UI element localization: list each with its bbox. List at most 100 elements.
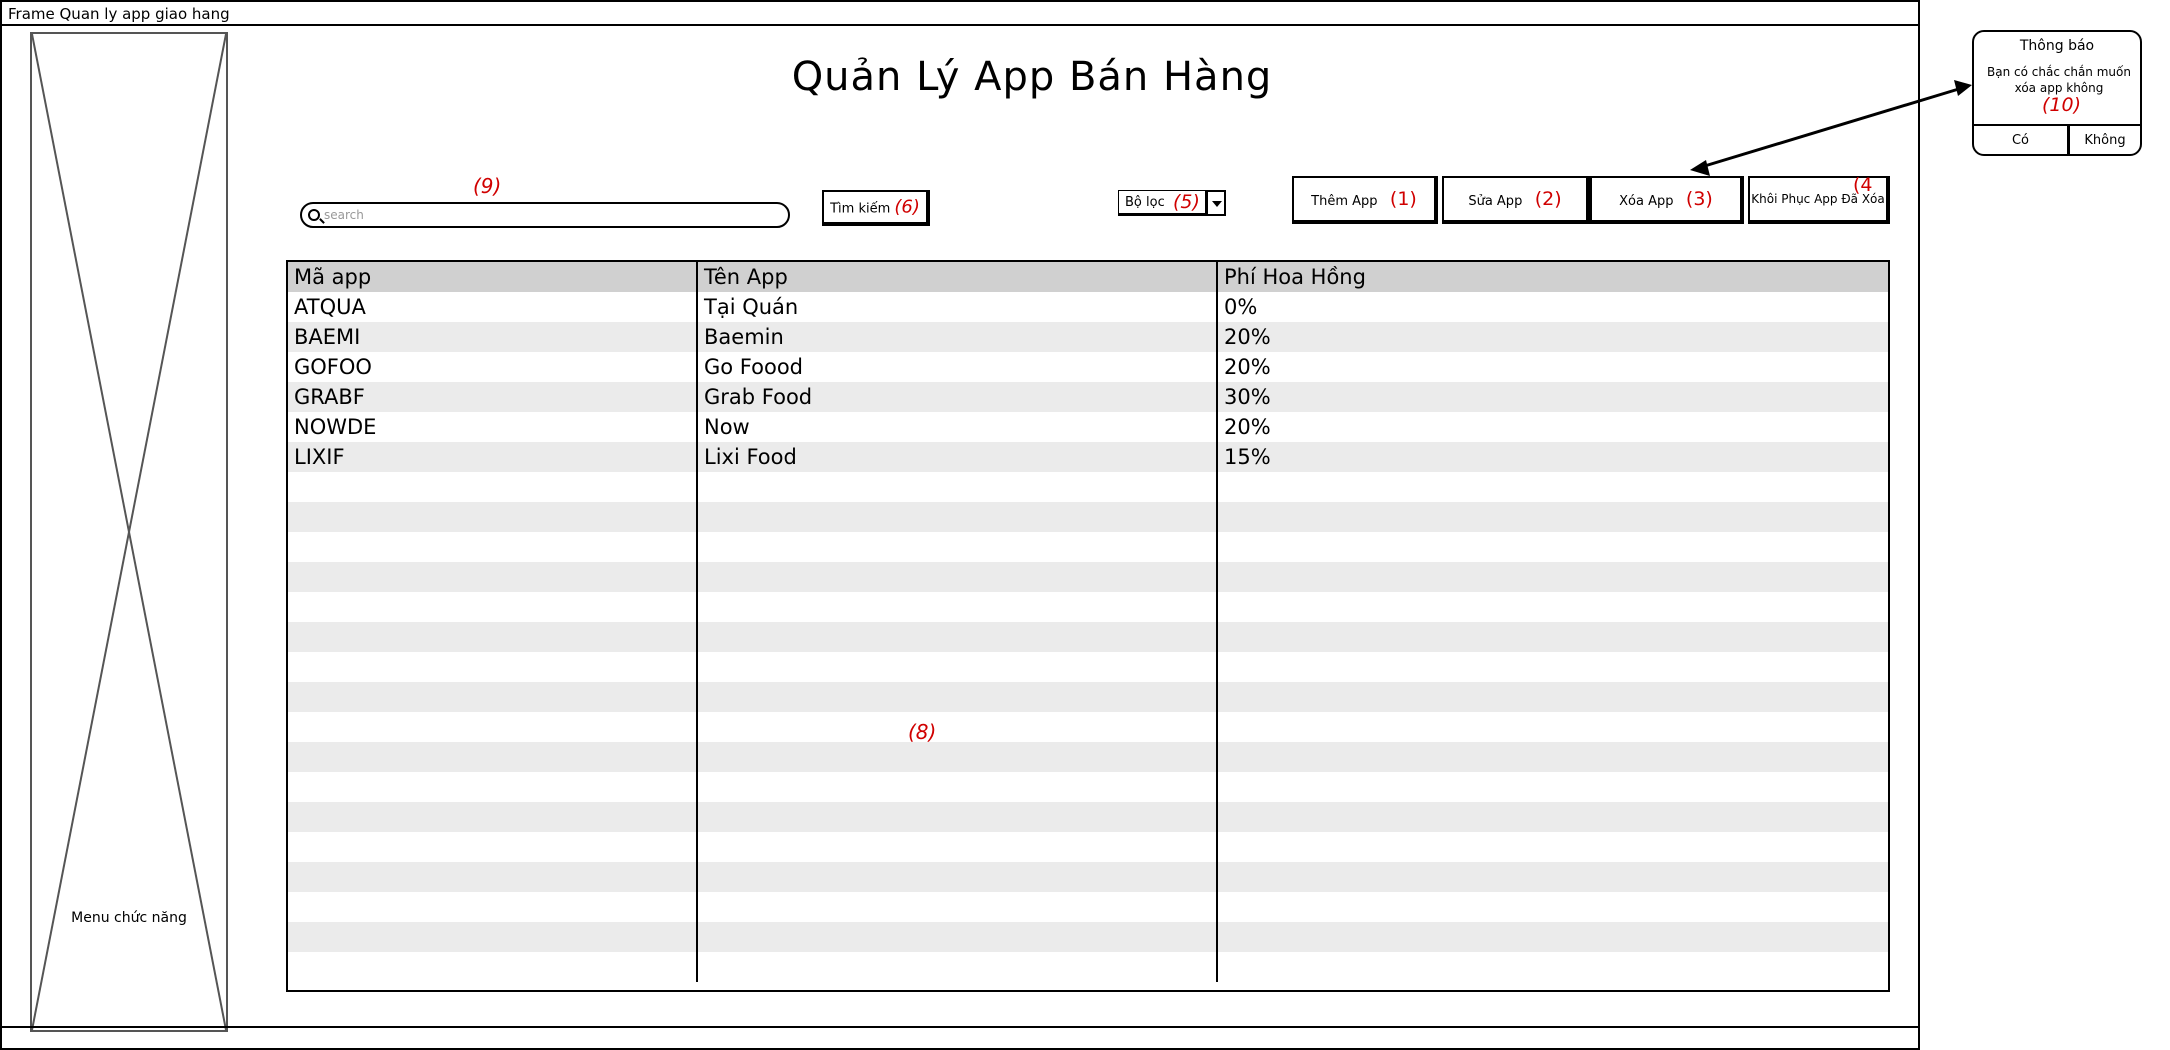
app-table[interactable]: Mã app Tên App Phí Hoa Hồng ATQUA Tại Quá… [286, 260, 1890, 992]
cell-app-code [288, 592, 698, 622]
delete-app-button[interactable]: Xóa App (3) [1590, 176, 1744, 224]
dialog-yes-button[interactable]: Có [1974, 126, 2070, 156]
cell-app-code [288, 622, 698, 652]
cell-app-name [697, 892, 1218, 922]
edit-app-button[interactable]: Sửa App (2) [1442, 176, 1590, 224]
table-body: ATQUA Tại Quán 0% BAEMI Baemin 20% GOFOO Go Foo… [288, 292, 1888, 982]
add-app-label: Thêm App [1311, 194, 1378, 209]
cell-app-name [697, 622, 1218, 652]
cell-app-code [288, 922, 698, 952]
column-header-app-name[interactable]: Tên App [697, 262, 1218, 292]
cell-app-name [697, 802, 1218, 832]
table-row[interactable]: GOFOO Go Foood 20% [288, 352, 1888, 382]
cell-app-name [697, 592, 1218, 622]
search-box[interactable] [300, 202, 790, 228]
page-title: Quản Lý App Bán Hàng [791, 54, 1273, 100]
cell-app-code [288, 712, 698, 742]
table-row[interactable] [288, 622, 1888, 652]
add-app-button[interactable]: Thêm App (1) [1292, 176, 1438, 224]
image-placeholder-cross [32, 34, 226, 1030]
cell-commission [1217, 862, 1888, 892]
cell-app-code: GRABF [288, 382, 698, 412]
cell-app-code: GOFOO [288, 352, 698, 382]
frame-title: Frame Quan ly app giao hang [8, 5, 230, 23]
dialog-no-button[interactable]: Không [2070, 126, 2140, 156]
table-row[interactable] [288, 862, 1888, 892]
table-row[interactable] [288, 892, 1888, 922]
cell-commission [1217, 472, 1888, 502]
table-row[interactable] [288, 742, 1888, 772]
cell-app-code: NOWDE [288, 412, 698, 442]
cell-app-name [697, 682, 1218, 712]
table-row[interactable] [288, 472, 1888, 502]
table-row[interactable] [288, 592, 1888, 622]
restore-app-note: (4 [1853, 174, 1873, 196]
search-icon [308, 209, 320, 221]
cell-app-name [697, 922, 1218, 952]
cell-app-code [288, 952, 698, 982]
table-row[interactable] [288, 682, 1888, 712]
table-row[interactable]: LIXIF Lixi Food 15% [288, 442, 1888, 472]
cell-app-code [288, 862, 698, 892]
table-note: (8) [908, 720, 937, 744]
column-header-commission[interactable]: Phí Hoa Hồng [1217, 262, 1888, 292]
search-button-label: Tìm kiếm [830, 201, 891, 217]
table-row[interactable] [288, 562, 1888, 592]
edit-app-label: Sửa App [1468, 194, 1523, 209]
chevron-down-icon[interactable] [1206, 190, 1226, 216]
table-row[interactable]: NOWDE Now 20% [288, 412, 1888, 442]
search-button[interactable]: Tìm kiếm (6) [822, 190, 930, 226]
sidebar-menu-placeholder[interactable]: Menu chức năng [30, 32, 228, 1032]
dialog-title: Thông báo [2019, 38, 2095, 54]
cell-app-name [697, 742, 1218, 772]
table-row[interactable] [288, 772, 1888, 802]
table-row[interactable] [288, 502, 1888, 532]
dialog-buttons: Có Không [1974, 124, 2140, 156]
cell-app-name [697, 562, 1218, 592]
cell-commission: 30% [1217, 382, 1888, 412]
table-row[interactable] [288, 712, 1888, 742]
cell-app-code [288, 652, 698, 682]
cell-commission [1217, 652, 1888, 682]
cell-commission [1217, 712, 1888, 742]
table-row[interactable] [288, 652, 1888, 682]
cell-commission [1217, 742, 1888, 772]
table-row[interactable]: GRABF Grab Food 30% [288, 382, 1888, 412]
cell-app-name: Lixi Food [697, 442, 1218, 472]
delete-app-note: (3) [1685, 188, 1713, 210]
filter-select[interactable]: Bộ lọc (5) [1118, 190, 1206, 216]
cell-app-code [288, 772, 698, 802]
cell-commission [1217, 892, 1888, 922]
search-input[interactable] [324, 205, 764, 225]
cell-commission: 20% [1217, 322, 1888, 352]
edit-app-note: (2) [1534, 188, 1562, 210]
cell-app-code [288, 472, 698, 502]
column-header-app-code[interactable]: Mã app [288, 262, 698, 292]
cell-app-code [288, 892, 698, 922]
cell-commission [1217, 952, 1888, 982]
frame-bottombar [2, 1026, 1918, 1048]
table-row[interactable] [288, 922, 1888, 952]
filter-dropdown[interactable]: Bộ lọc (5) [1118, 190, 1226, 216]
cell-app-name [697, 772, 1218, 802]
cell-app-name: Go Foood [697, 352, 1218, 382]
table-row[interactable]: BAEMI Baemin 20% [288, 322, 1888, 352]
cell-commission [1217, 622, 1888, 652]
cell-commission [1217, 802, 1888, 832]
table-row[interactable] [288, 832, 1888, 862]
delete-app-label: Xóa App [1619, 194, 1674, 209]
table-row[interactable] [288, 802, 1888, 832]
cell-commission: 0% [1217, 292, 1888, 322]
cell-commission [1217, 532, 1888, 562]
table-row[interactable]: ATQUA Tại Quán 0% [288, 292, 1888, 322]
cell-commission: 20% [1217, 412, 1888, 442]
cell-commission: 20% [1217, 352, 1888, 382]
table-row[interactable] [288, 952, 1888, 982]
cell-app-name: Grab Food [697, 382, 1218, 412]
cell-app-code: LIXIF [288, 442, 698, 472]
table-row[interactable] [288, 532, 1888, 562]
sidebar-label: Menu chức năng [71, 910, 187, 926]
cell-commission [1217, 682, 1888, 712]
confirm-delete-dialog: Thông báo Bạn có chắc chắn muốn xóa app … [1972, 30, 2142, 156]
search-note: (9) [473, 174, 502, 198]
